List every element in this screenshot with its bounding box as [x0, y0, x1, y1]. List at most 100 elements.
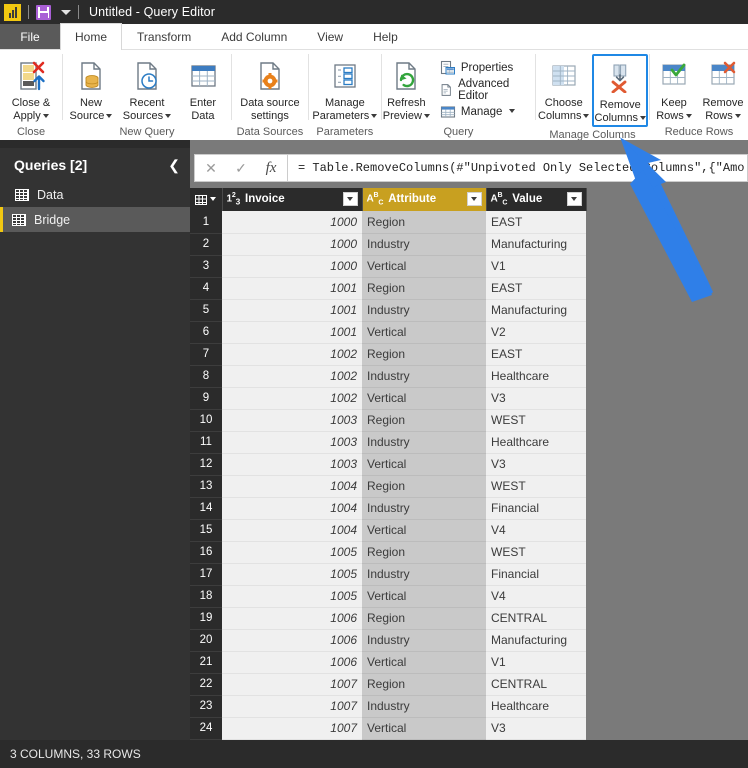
table-row[interactable]: 16 1005 Region WEST [190, 541, 586, 564]
chevron-down-icon[interactable] [639, 115, 646, 120]
cell-attribute[interactable]: Vertical [362, 519, 486, 542]
close-and-apply-button[interactable]: Close & Apply [0, 54, 62, 123]
remove-columns-button[interactable]: Remove Columns [592, 54, 649, 127]
table-row[interactable]: 21 1006 Vertical V1 [190, 651, 586, 674]
cell-attribute[interactable]: Industry [362, 365, 486, 388]
chevron-down-icon[interactable] [42, 113, 49, 118]
cell-value[interactable]: V3 [486, 453, 586, 476]
table-row[interactable]: 17 1005 Industry Financial [190, 563, 586, 586]
cell-invoice[interactable]: 1000 [222, 233, 362, 256]
cell-value[interactable]: Healthcare [486, 431, 586, 454]
tab-add-column[interactable]: Add Column [206, 24, 303, 49]
table-row[interactable]: 1 1000 Region EAST [190, 211, 586, 234]
row-number[interactable]: 7 [190, 343, 222, 366]
manage-button[interactable]: Manage [437, 102, 531, 121]
table-row[interactable]: 3 1000 Vertical V1 [190, 255, 586, 278]
cell-attribute[interactable]: Vertical [362, 255, 486, 278]
column-header-value[interactable]: ABC Value [486, 188, 587, 211]
cell-attribute[interactable]: Industry [362, 233, 486, 256]
chevron-left-icon[interactable]: ❮ [168, 158, 180, 172]
cell-attribute[interactable]: Region [362, 541, 486, 564]
cell-value[interactable]: V1 [486, 651, 586, 674]
row-number[interactable]: 11 [190, 431, 222, 454]
cell-value[interactable]: V3 [486, 717, 586, 740]
row-number[interactable]: 5 [190, 299, 222, 322]
cell-invoice[interactable]: 1004 [222, 519, 362, 542]
table-row[interactable]: 5 1001 Industry Manufacturing [190, 299, 586, 322]
table-row[interactable]: 2 1000 Industry Manufacturing [190, 233, 586, 256]
row-number[interactable]: 22 [190, 673, 222, 696]
cell-invoice[interactable]: 1003 [222, 453, 362, 476]
cell-value[interactable]: CENTRAL [486, 607, 586, 630]
cell-attribute[interactable]: Region [362, 409, 486, 432]
cell-attribute[interactable]: Vertical [362, 453, 486, 476]
table-row[interactable]: 22 1007 Region CENTRAL [190, 673, 586, 696]
cell-attribute[interactable]: Region [362, 211, 486, 234]
row-number[interactable]: 9 [190, 387, 222, 410]
table-row[interactable]: 13 1004 Region WEST [190, 475, 586, 498]
save-icon[interactable] [36, 4, 51, 20]
cell-attribute[interactable]: Region [362, 343, 486, 366]
cell-invoice[interactable]: 1006 [222, 629, 362, 652]
row-number[interactable]: 12 [190, 453, 222, 476]
cell-attribute[interactable]: Region [362, 475, 486, 498]
chevron-down-icon[interactable] [509, 109, 516, 113]
row-number[interactable]: 21 [190, 651, 222, 674]
refresh-preview-button[interactable]: Refresh Preview [382, 54, 431, 123]
row-number[interactable]: 14 [190, 497, 222, 520]
keep-rows-button[interactable]: Keep Rows [650, 54, 698, 123]
cell-value[interactable]: Healthcare [486, 365, 586, 388]
cell-value[interactable]: EAST [486, 211, 586, 234]
table-row[interactable]: 15 1004 Vertical V4 [190, 519, 586, 542]
cell-invoice[interactable]: 1007 [222, 717, 362, 740]
table-row[interactable]: 7 1002 Region EAST [190, 343, 586, 366]
cell-value[interactable]: WEST [486, 409, 586, 432]
row-number[interactable]: 23 [190, 695, 222, 718]
cell-value[interactable]: Manufacturing [486, 233, 586, 256]
cell-invoice[interactable]: 1006 [222, 607, 362, 630]
cell-value[interactable]: Manufacturing [486, 299, 586, 322]
row-number[interactable]: 24 [190, 717, 222, 740]
close-icon[interactable]: ✕ [201, 160, 221, 177]
filter-dropdown-icon[interactable] [342, 192, 358, 207]
fx-icon[interactable]: fx [261, 160, 281, 177]
cell-invoice[interactable]: 1000 [222, 211, 362, 234]
cell-value[interactable]: V4 [486, 585, 586, 608]
row-number[interactable]: 2 [190, 233, 222, 256]
select-all-icon[interactable] [194, 194, 218, 205]
column-header-attribute[interactable]: ABC Attribute [362, 188, 487, 211]
cell-invoice[interactable]: 1004 [222, 497, 362, 520]
cell-invoice[interactable]: 1004 [222, 475, 362, 498]
cell-attribute[interactable]: Industry [362, 431, 486, 454]
cell-value[interactable]: Financial [486, 497, 586, 520]
cell-attribute[interactable]: Vertical [362, 387, 486, 410]
cell-value[interactable]: Healthcare [486, 695, 586, 718]
cell-value[interactable]: Manufacturing [486, 629, 586, 652]
row-number[interactable]: 13 [190, 475, 222, 498]
row-number[interactable]: 18 [190, 585, 222, 608]
chevron-down-icon[interactable] [423, 113, 430, 118]
row-number[interactable]: 16 [190, 541, 222, 564]
data-grid[interactable]: 123 Invoice ABC Attribute ABC Value 1 10… [190, 188, 748, 740]
cell-value[interactable]: V2 [486, 321, 586, 344]
cell-value[interactable]: Financial [486, 563, 586, 586]
cell-invoice[interactable]: 1005 [222, 585, 362, 608]
cell-attribute[interactable]: Vertical [362, 651, 486, 674]
cell-attribute[interactable]: Industry [362, 497, 486, 520]
cell-invoice[interactable]: 1001 [222, 299, 362, 322]
cell-attribute[interactable]: Vertical [362, 321, 486, 344]
cell-value[interactable]: V3 [486, 387, 586, 410]
table-row[interactable]: 10 1003 Region WEST [190, 409, 586, 432]
chevron-down-icon[interactable] [583, 113, 590, 118]
cell-attribute[interactable]: Vertical [362, 585, 486, 608]
remove-rows-button[interactable]: Remove Rows [698, 54, 748, 123]
table-row[interactable]: 6 1001 Vertical V2 [190, 321, 586, 344]
tab-file[interactable]: File [0, 24, 60, 49]
row-number[interactable]: 20 [190, 629, 222, 652]
cell-invoice[interactable]: 1006 [222, 651, 362, 674]
table-row[interactable]: 14 1004 Industry Financial [190, 497, 586, 520]
table-row[interactable]: 12 1003 Vertical V3 [190, 453, 586, 476]
chevron-down-icon[interactable] [61, 9, 71, 15]
row-number[interactable]: 4 [190, 277, 222, 300]
chevron-down-icon[interactable] [685, 113, 692, 118]
